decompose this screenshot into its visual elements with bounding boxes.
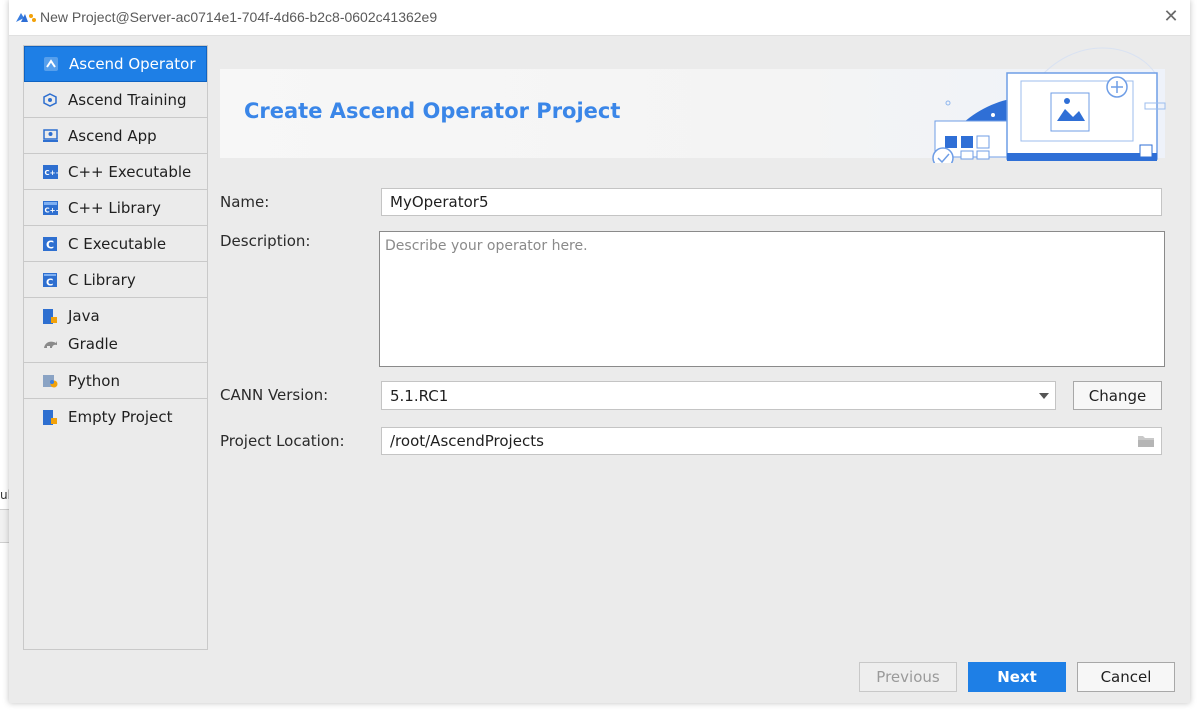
svg-text:C++: C++ bbox=[44, 206, 58, 214]
sidebar-group-java: Java Gradle bbox=[24, 298, 207, 363]
svg-text:C: C bbox=[46, 277, 53, 287]
ascend-app-icon bbox=[42, 128, 58, 144]
c-library-icon: C bbox=[42, 272, 58, 288]
chevron-down-icon bbox=[1039, 393, 1049, 399]
cpp-executable-icon: C++ bbox=[42, 164, 58, 180]
project-location-field[interactable]: /root/AscendProjects bbox=[381, 427, 1162, 455]
empty-project-icon bbox=[42, 409, 58, 425]
sidebar-item-ascend-training[interactable]: Ascend Training bbox=[24, 82, 207, 118]
python-icon bbox=[42, 373, 58, 389]
description-field[interactable]: Describe your operator here. bbox=[379, 231, 1165, 367]
previous-button[interactable]: Previous bbox=[859, 662, 957, 692]
c-executable-icon: C bbox=[42, 236, 58, 252]
sidebar-item-cpp-library[interactable]: C++ C++ Library bbox=[24, 190, 207, 226]
close-icon[interactable]: ✕ bbox=[1162, 8, 1180, 26]
sidebar-item-label: Gradle bbox=[68, 335, 118, 353]
sidebar-item-empty-project[interactable]: Empty Project bbox=[24, 399, 207, 435]
sidebar-item-label: Empty Project bbox=[68, 408, 173, 426]
sidebar-item-label: Python bbox=[68, 371, 120, 390]
app-logo-icon bbox=[16, 13, 36, 22]
sidebar-item-label: C Executable bbox=[68, 234, 167, 253]
name-label: Name: bbox=[220, 193, 270, 211]
cpp-library-icon: C++ bbox=[42, 200, 58, 216]
description-label: Description: bbox=[220, 232, 311, 250]
page-title: Create Ascend Operator Project bbox=[244, 99, 621, 123]
sidebar-item-label: Java bbox=[68, 307, 100, 325]
project-location-value: /root/AscendProjects bbox=[390, 432, 544, 450]
sidebar-item-python[interactable]: Python bbox=[24, 363, 207, 399]
project-location-label: Project Location: bbox=[220, 432, 345, 450]
java-icon bbox=[42, 308, 58, 324]
sidebar-item-label: C++ Executable bbox=[68, 162, 192, 181]
gradle-icon bbox=[42, 336, 58, 352]
description-placeholder: Describe your operator here. bbox=[385, 238, 588, 254]
sidebar-item-label: C++ Library bbox=[68, 198, 161, 217]
svg-text:C++: C++ bbox=[44, 169, 58, 177]
title-bar: New Project@Server-ac0714e1-704f-4d66-b2… bbox=[9, 0, 1190, 36]
change-button[interactable]: Change bbox=[1073, 381, 1162, 410]
sidebar-item-gradle[interactable]: Gradle bbox=[24, 330, 118, 358]
sidebar-item-c-library[interactable]: C C Library bbox=[24, 262, 207, 298]
cann-version-select[interactable]: 5.1.RC1 bbox=[381, 381, 1056, 410]
cann-version-value: 5.1.RC1 bbox=[390, 386, 449, 405]
window-title: New Project@Server-ac0714e1-704f-4d66-b2… bbox=[40, 9, 438, 25]
background-window-edge bbox=[0, 509, 9, 543]
ascend-training-icon bbox=[42, 92, 58, 108]
next-button[interactable]: Next bbox=[968, 662, 1066, 692]
project-type-list: Ascend Operator Ascend Training Ascend A… bbox=[23, 45, 208, 650]
sidebar-item-label: C Library bbox=[68, 270, 136, 289]
sidebar-item-ascend-app[interactable]: Ascend App bbox=[24, 118, 207, 154]
sidebar-item-label: Ascend Training bbox=[68, 90, 187, 109]
sidebar-item-c-executable[interactable]: C C Executable bbox=[24, 226, 207, 262]
sidebar-item-label: Ascend Operator bbox=[69, 55, 196, 73]
ascend-operator-icon bbox=[43, 56, 59, 72]
project-illustration-icon bbox=[932, 47, 1166, 163]
header-banner: Create Ascend Operator Project bbox=[220, 47, 1166, 163]
sidebar-item-cpp-executable[interactable]: C++ C++ Executable bbox=[24, 154, 207, 190]
cann-version-label: CANN Version: bbox=[220, 386, 329, 404]
name-value: MyOperator5 bbox=[390, 193, 489, 211]
sidebar-item-label: Ascend App bbox=[68, 126, 157, 145]
name-field[interactable]: MyOperator5 bbox=[381, 188, 1162, 216]
new-project-dialog: New Project@Server-ac0714e1-704f-4d66-b2… bbox=[9, 0, 1190, 703]
svg-text:C: C bbox=[46, 238, 54, 251]
folder-icon[interactable] bbox=[1137, 434, 1155, 448]
sidebar-item-java[interactable]: Java bbox=[24, 302, 100, 330]
cancel-button[interactable]: Cancel bbox=[1077, 662, 1175, 692]
sidebar-item-ascend-operator[interactable]: Ascend Operator bbox=[24, 46, 207, 82]
